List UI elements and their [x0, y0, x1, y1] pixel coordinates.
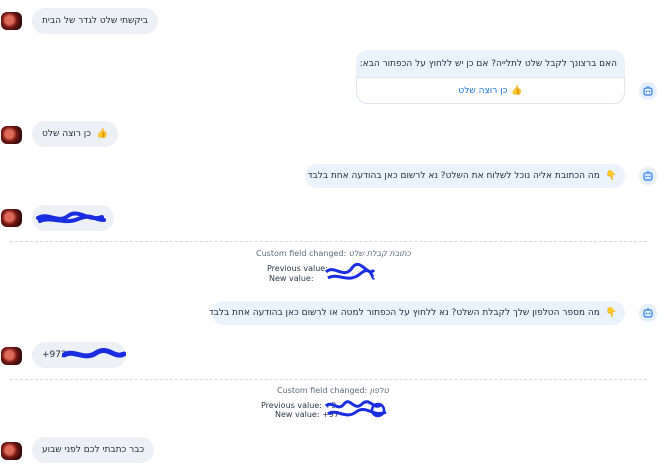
- divider: [10, 241, 647, 242]
- message-text: מה מספר הטלפון שלך לקבלת השלט? נא ללחוץ …: [208, 308, 600, 318]
- user-message: +972: [32, 342, 126, 368]
- new-label: New value:: [275, 410, 320, 419]
- thumbs-up-icon: 👍: [511, 85, 523, 96]
- redaction-scribble: [324, 262, 376, 280]
- robot-icon: [643, 86, 653, 96]
- message-text: ביקשתי שלט לגדר של הבית: [42, 16, 148, 26]
- redaction-scribble: [36, 211, 106, 224]
- user-avatar: [1, 12, 22, 30]
- robot-icon: [643, 308, 653, 318]
- previous-label: Previous value:: [267, 264, 328, 273]
- new-label: New value:: [269, 274, 314, 283]
- user-avatar: [1, 442, 22, 460]
- bot-avatar: [639, 304, 657, 322]
- divider: [10, 379, 647, 380]
- previous-value-row: Previous value:: [267, 264, 328, 273]
- bot-avatar: [639, 167, 657, 185]
- quick-reply-button[interactable]: 👍 כן רוצה שלט: [356, 77, 625, 104]
- message-text: האם ברצונך לקבל שלט לתלייה? אם כן יש ללח…: [359, 59, 617, 69]
- user-avatar: [1, 347, 22, 365]
- pointing-down-icon: 👇: [605, 308, 617, 318]
- thumbs-up-icon: 👍: [96, 129, 109, 139]
- bot-avatar: [639, 82, 657, 100]
- bot-message-card: האם ברצונך לקבל שלט לתלייה? אם כן יש ללח…: [356, 50, 625, 104]
- pointing-down-icon: 👇: [605, 171, 617, 181]
- message-text: כן רוצה שלט: [42, 129, 92, 139]
- user-avatar: [1, 126, 22, 144]
- user-message: [32, 205, 114, 231]
- custom-field-label: Custom field changed: טלפון: [277, 386, 389, 395]
- button-label: כן רוצה שלט: [458, 85, 508, 96]
- message-text: כבר כתבתי לכם לפני שבוע: [42, 445, 145, 455]
- bot-message: 👇 מה מספר הטלפון שלך לקבלת השלט? נא ללחו…: [208, 301, 625, 325]
- custom-field-label: Custom field changed: כתובת קבלת שלט: [256, 249, 411, 258]
- message-text: מה הכתובת אליה נוכל לשלוח את השלט? נא לר…: [307, 171, 600, 181]
- new-value-row: New value:: [269, 274, 314, 283]
- previous-label: Previous value:: [261, 401, 322, 410]
- user-avatar: [1, 209, 22, 227]
- redaction-scribble: [62, 348, 126, 359]
- user-message: כבר כתבתי לכם לפני שבוע: [32, 437, 155, 463]
- redaction-scribble: [324, 400, 387, 418]
- robot-icon: [643, 171, 653, 181]
- user-message: ביקשתי שלט לגדר של הבית: [32, 8, 158, 34]
- user-message: 👍 כן רוצה שלט: [32, 121, 119, 147]
- bot-message: 👇 מה הכתובת אליה נוכל לשלוח את השלט? נא …: [305, 164, 625, 188]
